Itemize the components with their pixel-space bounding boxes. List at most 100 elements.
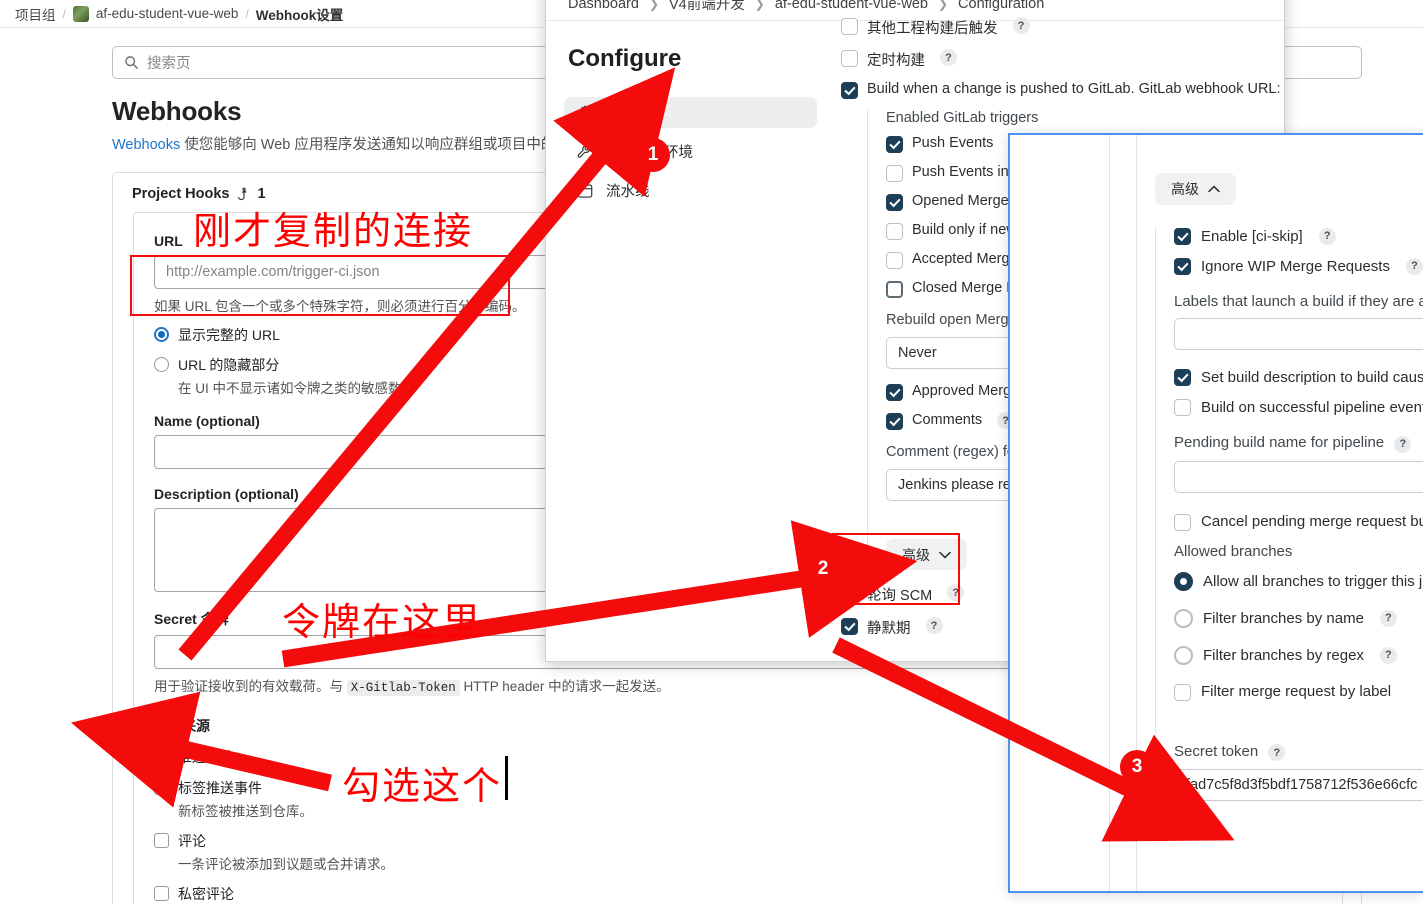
wrench-icon — [577, 144, 591, 158]
trigger-label: 推送事件 — [178, 749, 234, 765]
checkbox-indicator[interactable] — [841, 18, 858, 35]
breadcrumb-item-job[interactable]: af-edu-student-vue-web — [775, 0, 928, 12]
help-icon[interactable]: ? — [940, 49, 957, 66]
checkbox-indicator[interactable] — [154, 749, 169, 764]
checkbox-indicator[interactable] — [154, 833, 169, 848]
checkbox-indicator[interactable] — [841, 618, 858, 635]
radio-indicator[interactable] — [1174, 645, 1193, 665]
checkbox-indicator[interactable] — [886, 252, 903, 269]
enabled-gitlab-triggers-label: Enabled GitLab triggers — [886, 110, 1039, 126]
trigger-label: 私密评论 — [178, 886, 234, 902]
annotation-badge-3: 3 — [1120, 750, 1154, 784]
checkbox-indicator[interactable] — [154, 886, 169, 901]
radio-indicator[interactable] — [1174, 608, 1193, 628]
radio-allow-all-branches[interactable]: Allow all branches to trigger this job ? — [1174, 571, 1423, 591]
advanced-collapse-button[interactable]: 高级 — [1155, 173, 1236, 205]
checkbox-indicator[interactable] — [886, 281, 903, 298]
help-icon[interactable]: ? — [1379, 646, 1397, 664]
radio-filter-branches-by-name[interactable]: Filter branches by name ? — [1174, 608, 1423, 628]
checkbox-indicator[interactable] — [886, 194, 903, 211]
jenkins-breadcrumb: Dashboard ❯ V4前端开发 ❯ af-edu-student-vue-… — [568, 0, 1044, 14]
option-set-build-description[interactable]: Set build description to build cause (eg — [1174, 368, 1423, 386]
advanced-options-list: Enable [ci-skip] ? Ignore WIP Merge Requ… — [1155, 227, 1423, 801]
panel-gutter-left — [1010, 135, 1110, 891]
checkbox-indicator[interactable] — [841, 82, 858, 99]
option-label: Allow all branches to trigger this job — [1203, 572, 1423, 590]
secret-token-input[interactable]: fad7c5f8d3f5bdf1758712f536e66cfc — [1174, 769, 1423, 801]
checkbox-filter-mr-by-label[interactable]: Filter merge request by label — [1174, 683, 1423, 701]
jenkins-config-nav: General 构建项目环境 流水线 — [564, 97, 817, 214]
nav-item-build-environment[interactable]: 构建项目环境 — [564, 136, 817, 167]
gear-icon — [579, 104, 591, 121]
checkbox-indicator[interactable] — [1174, 228, 1191, 245]
page-title: Webhooks — [112, 96, 242, 126]
radio-description: 在 UI 中不显示诸如令牌之类的敏感数据 — [178, 381, 416, 396]
radio-indicator[interactable] — [154, 357, 169, 372]
checkbox-indicator[interactable] — [886, 413, 903, 430]
option-label: Filter branches by regex — [1203, 646, 1364, 664]
radio-indicator[interactable] — [1174, 571, 1193, 591]
checkbox-indicator[interactable] — [886, 223, 903, 240]
help-icon[interactable]: ? — [1318, 227, 1336, 245]
option-cancel-pending-mr-builds[interactable]: Cancel pending merge request builds o — [1174, 513, 1423, 531]
configure-title: Configure — [568, 45, 682, 72]
nav-item-pipeline[interactable]: 流水线 — [564, 175, 817, 206]
option-build-on-successful-pipeline[interactable]: Build on successful pipeline events — [1174, 398, 1423, 416]
nav-item-label: 流水线 — [606, 184, 650, 200]
checkbox-indicator[interactable] — [1174, 513, 1191, 531]
checkbox-indicator[interactable] — [1174, 369, 1191, 386]
breadcrumb-item-folder[interactable]: V4前端开发 — [669, 0, 745, 14]
checkbox-indicator[interactable] — [1174, 683, 1191, 701]
checkbox-indicator[interactable] — [1174, 258, 1191, 275]
help-icon[interactable]: ? — [1379, 609, 1397, 627]
breadcrumb-item-group[interactable]: 项目组 — [15, 4, 56, 24]
secret-token-value: fad7c5f8d3f5bdf1758712f536e66cfc — [1186, 777, 1418, 793]
nav-item-general[interactable]: General — [564, 97, 817, 128]
annotation-badge-1: 1 — [636, 138, 670, 172]
option-label: Cancel pending merge request builds o — [1201, 513, 1423, 530]
help-icon[interactable]: ? — [1012, 17, 1030, 34]
pending-build-name-input[interactable] — [1174, 460, 1423, 493]
breadcrumb-item-configuration: Configuration — [958, 0, 1045, 12]
webhooks-doc-link[interactable]: Webhooks — [112, 137, 180, 153]
checkbox-indicator[interactable] — [886, 165, 903, 182]
annotation-box-advanced — [832, 533, 960, 605]
option-label: Set build description to build cause (eg — [1201, 368, 1423, 386]
breadcrumb-item-dashboard[interactable]: Dashboard — [568, 0, 639, 12]
option-label: Ignore WIP Merge Requests — [1201, 257, 1390, 275]
checkbox-indicator[interactable] — [886, 384, 903, 401]
breadcrumb-separator: ❯ — [937, 0, 949, 11]
trigger-gitlab-push[interactable]: Build when a change is pushed to GitLab.… — [841, 81, 1284, 99]
pending-build-name-label: Pending build name for pipeline ? — [1174, 434, 1423, 453]
search-icon — [125, 56, 138, 69]
checkbox-indicator[interactable] — [841, 50, 858, 67]
trigger-label: 评论 — [178, 833, 206, 849]
breadcrumb-separator: / — [62, 6, 66, 21]
option-label: Filter merge request by label — [1201, 683, 1392, 700]
checkbox-indicator[interactable] — [154, 780, 169, 795]
trigger-scheduled-build[interactable]: 定时构建 ? — [841, 49, 1284, 70]
help-icon[interactable]: ? — [925, 617, 943, 634]
allowed-branches-label: Allowed branches — [1174, 542, 1293, 560]
trigger-after-other-projects[interactable]: 其他工程构建后触发 ? — [841, 17, 1284, 38]
secret-help-a: 用于验证接收到的有效载荷。与 — [154, 679, 347, 694]
breadcrumb-item-project[interactable]: af-edu-student-vue-web — [96, 6, 239, 21]
checkbox-indicator[interactable] — [1174, 399, 1191, 416]
pipeline-icon — [577, 183, 593, 198]
option-enable-ci-skip[interactable]: Enable [ci-skip] ? — [1174, 227, 1423, 245]
breadcrumb-item-current: Webhook设置 — [255, 7, 344, 23]
help-icon[interactable]: ? — [1268, 744, 1286, 761]
option-ignore-wip-merge-requests[interactable]: Ignore WIP Merge Requests ? — [1174, 257, 1423, 275]
radio-indicator[interactable] — [154, 327, 169, 342]
help-icon[interactable]: ? — [1394, 435, 1412, 453]
chevron-up-icon — [1208, 185, 1220, 193]
labels-launch-build-input[interactable] — [1174, 318, 1423, 350]
rebuild-open-mr-value: Never — [898, 345, 937, 361]
labels-launch-build-label: Labels that launch a build if they are a… — [1174, 293, 1423, 310]
radio-filter-branches-by-regex[interactable]: Filter branches by regex ? — [1174, 645, 1423, 665]
checkbox-indicator[interactable] — [886, 136, 903, 153]
help-icon[interactable]: ? — [1405, 257, 1423, 275]
project-avatar-icon — [72, 5, 89, 22]
annotation-note-3: 勾选这个 — [342, 764, 503, 808]
annotation-badge-2: 2 — [806, 552, 840, 586]
